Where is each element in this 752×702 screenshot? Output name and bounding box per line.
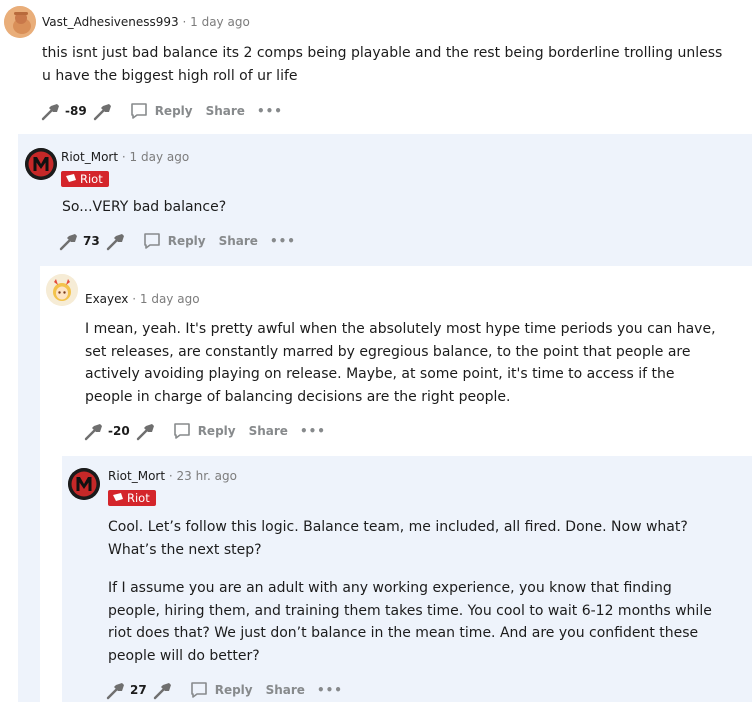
reply-button[interactable]: Reply [172,421,236,441]
comment-body: this isnt just bad balance its 2 comps b… [42,42,732,87]
downvote-button[interactable] [149,678,175,702]
upvote-button[interactable] [55,229,81,253]
more-options-button[interactable]: ••• [270,234,296,248]
vote-score: -89 [65,104,87,118]
comment-actions: 27 Reply Share ••• [102,678,343,702]
comment-riot-mort-2: Riot_Mort · 23 hr. ago Riot Cool. Let’s … [62,456,752,702]
comment-paragraph: So...VERY bad balance? [62,199,227,215]
timestamp[interactable]: 1 day ago [140,292,200,306]
share-button[interactable]: Share [219,234,258,248]
comment-meta: Riot_Mort · 23 hr. ago [108,469,237,483]
shovel-downvote-icon [93,104,111,121]
comment-bubble-icon [190,682,207,698]
reply-label: Reply [197,424,236,438]
shovel-upvote-icon [84,424,102,441]
comment-actions: -89 Reply Share ••• [37,99,283,123]
snoo-avatar-icon [4,6,36,38]
share-button[interactable]: Share [266,683,305,697]
vote-score: 73 [83,234,100,248]
more-options-button[interactable]: ••• [257,104,283,118]
comment-body: I mean, yeah. It's pretty awful when the… [85,318,720,408]
reply-button[interactable]: Reply [142,231,206,251]
vote-score: 27 [130,683,147,697]
comment-body: Cool. Let’s follow this logic. Balance t… [108,516,718,667]
riot-mort-avatar-icon [68,468,100,500]
comment-body: So...VERY bad balance? [62,196,722,219]
author-name[interactable]: Riot_Mort [61,150,118,164]
reply-label: Reply [154,104,193,118]
author-name[interactable]: Vast_Adhesiveness993 [42,15,179,29]
author-name[interactable]: Riot_Mort [108,469,165,483]
comment-actions: -20 Reply Share ••• [80,419,326,443]
reply-label: Reply [167,234,206,248]
reply-button[interactable]: Reply [129,101,193,121]
comment-paragraph: Cool. Let’s follow this logic. Balance t… [108,519,688,558]
riot-flair-badge: Riot [61,171,109,187]
comment-meta: Vast_Adhesiveness993 · 1 day ago [42,15,250,29]
timestamp[interactable]: 23 hr. ago [177,469,237,483]
share-button[interactable]: Share [206,104,245,118]
reply-button[interactable]: Reply [189,680,253,700]
timestamp[interactable]: 1 day ago [190,15,250,29]
downvote-button[interactable] [132,419,158,443]
user-avatar[interactable] [68,468,100,500]
comment-paragraph: I mean, yeah. It's pretty awful when the… [85,321,716,405]
downvote-button[interactable] [102,229,128,253]
timestamp[interactable]: 1 day ago [130,150,190,164]
comment-bubble-icon [173,423,190,439]
share-button[interactable]: Share [249,424,288,438]
comment-meta: Exayex · 1 day ago [85,292,200,306]
user-avatar[interactable] [46,274,78,306]
shovel-upvote-icon [41,104,59,121]
flair-label: Riot [80,172,103,186]
exayex-avatar-icon [46,274,78,306]
riot-flair-badge: Riot [108,490,156,506]
comment-bubble-icon [143,233,160,249]
vote-score: -20 [108,424,130,438]
comment-paragraph: If I assume you are an adult with any wo… [108,580,712,664]
comment-meta: Riot_Mort · 1 day ago [61,150,190,164]
flair-label: Riot [127,491,150,505]
user-avatar[interactable] [4,6,36,38]
shovel-upvote-icon [59,234,77,251]
shovel-upvote-icon [106,683,124,700]
author-name[interactable]: Exayex [85,292,128,306]
comment-paragraph: this isnt just bad balance its 2 comps b… [42,45,723,84]
upvote-button[interactable] [80,419,106,443]
user-avatar[interactable] [25,148,57,180]
downvote-button[interactable] [89,99,115,123]
comment-bubble-icon [130,103,147,119]
upvote-button[interactable] [102,678,128,702]
riot-fist-icon [66,174,76,182]
more-options-button[interactable]: ••• [300,424,326,438]
upvote-button[interactable] [37,99,63,123]
shovel-downvote-icon [136,424,154,441]
reply-label: Reply [214,683,253,697]
comment-actions: 73 Reply Share ••• [55,229,296,253]
riot-mort-avatar-icon [25,148,57,180]
more-options-button[interactable]: ••• [317,683,343,697]
riot-fist-icon [113,493,123,501]
shovel-downvote-icon [153,683,171,700]
shovel-downvote-icon [106,234,124,251]
